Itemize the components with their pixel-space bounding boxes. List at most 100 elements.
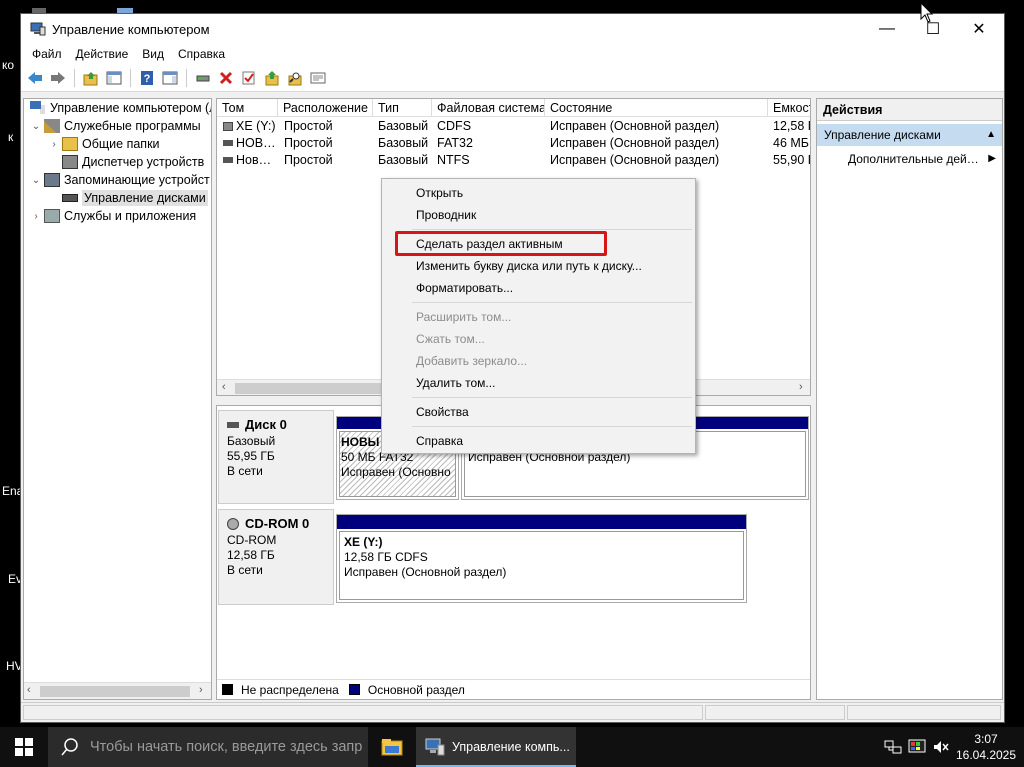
network-icon[interactable] [884,739,902,755]
menu-view[interactable]: Вид [135,47,171,61]
properties-icon [310,72,326,83]
tree-horizontal-scrollbar[interactable]: ‹ › [24,682,211,699]
column-header-capacity[interactable]: Емкост [768,99,810,117]
chevron-down-icon[interactable]: ⌄ [30,175,42,186]
check-button[interactable] [239,68,259,88]
status-panel [23,705,703,720]
highlight-box [395,231,607,256]
tree-item-storage[interactable]: ⌄ Запоминающие устройст [30,171,210,189]
tree-item-services-apps[interactable]: › Службы и приложения [30,207,196,225]
taskbar-file-explorer[interactable] [370,727,414,767]
taskbar-clock[interactable]: 3:07 16.04.2025 [952,731,1020,763]
column-header-status[interactable]: Состояние [545,99,768,117]
chevron-right-icon[interactable]: › [48,139,60,150]
title-bar[interactable]: Управление компьютером — ☐ ✕ [21,14,1004,44]
legend: Не распределена Основной раздел [217,679,810,699]
menu-item-properties[interactable]: Свойства [416,402,469,422]
menu-item-change-drive-letter[interactable]: Изменить букву диска или путь к диску... [416,256,642,276]
chevron-down-icon[interactable]: ⌄ [30,121,42,132]
menu-item-explorer[interactable]: Проводник [416,205,476,225]
close-button[interactable]: ✕ [956,14,1002,44]
collapse-up-icon[interactable]: ▲ [986,124,996,146]
scroll-left-icon[interactable]: ‹ [222,381,226,393]
menu-item-help[interactable]: Справка [416,431,463,451]
submenu-arrow-icon: ▶ [988,153,996,164]
tree-root[interactable]: Управление компьютером (л [28,99,211,117]
computer-management-icon [425,738,445,756]
menu-item-format[interactable]: Форматировать... [416,278,513,298]
more-actions[interactable]: Дополнительные дей… ▶ [817,148,1002,170]
show-hide-action-pane-button[interactable] [160,68,180,88]
menu-item-delete-volume[interactable]: Удалить том... [416,373,495,393]
tree-item-shared-folders[interactable]: › Общие папки [48,135,160,153]
context-menu: Открыть Проводник Сделать раздел активны… [381,178,696,454]
column-header-filesystem[interactable]: Файловая система [432,99,545,117]
status-bar [21,702,1004,722]
legend-swatch-primary [348,684,360,695]
actions-section-disk-management[interactable]: Управление дисками ▲ [817,124,1002,146]
type-cell: Базовый [378,119,429,133]
column-header-volume[interactable]: Том [217,99,278,117]
volume-cell: XE (Y:) [218,118,278,135]
tree-item-disk-management[interactable]: Управление дисками [48,189,208,207]
tree-item-label: Управление дисками [82,190,208,206]
minimize-button[interactable]: — [864,14,910,44]
menu-item-shrink-volume: Сжать том... [416,332,485,346]
menu-item-add-mirror: Добавить зеркало... [416,354,528,368]
show-hide-console-tree-icon [106,71,122,84]
layout-cell: Простой [284,153,333,167]
scrollbar-thumb[interactable] [235,383,395,394]
scroll-left-icon[interactable]: ‹ [27,684,31,696]
status-panel [705,705,845,720]
scrollbar-thumb[interactable] [40,686,190,697]
actions-pane: Действия Управление дисками ▲ Дополнител… [816,98,1003,700]
forward-button[interactable] [48,68,68,88]
shared-folder-icon [62,137,78,151]
partition-cdfs[interactable]: XE (Y:) 12,58 ГБ CDFS Исправен (Основной… [336,514,747,603]
back-button[interactable] [25,68,45,88]
up-level-button[interactable] [81,68,101,88]
menu-item-open[interactable]: Открыть [416,183,463,203]
taskbar-app-label: Управление компь... [452,740,570,754]
file-explorer-icon [381,739,403,756]
toolbar: ? [21,64,1004,92]
layout-cell: Простой [284,119,333,133]
connect-button[interactable] [193,68,213,88]
menu-file[interactable]: Файл [25,47,69,61]
volume-muted-icon[interactable] [932,739,950,755]
properties-button[interactable] [308,68,328,88]
menu-item-extend-volume: Расширить том... [416,310,512,324]
partition-detail: 12,58 ГБ CDFS [344,550,428,564]
menu-bar: Файл Действие Вид Справка [21,44,1004,64]
start-button[interactable] [0,727,48,767]
primary-partition-bar [337,515,746,529]
show-hide-action-pane-icon [162,71,178,84]
color-display-icon[interactable] [908,739,926,755]
show-hide-tree-button[interactable] [104,68,124,88]
cdrom-0-label[interactable]: CD-ROM 0 CD-ROM 12,58 ГБ В сети [218,509,334,605]
minimize-icon: — [879,20,895,37]
chevron-right-icon[interactable]: › [30,211,42,222]
type-cell: Базовый [378,136,429,150]
column-header-layout[interactable]: Расположение [278,99,373,117]
search-folder-button[interactable] [285,68,305,88]
taskbar: Чтобы начать поиск, введите здесь запр У… [0,727,1024,767]
delete-button[interactable] [216,68,236,88]
disk-0-label[interactable]: Диск 0 Базовый 55,95 ГБ В сети [218,410,334,504]
help-button[interactable]: ? [137,68,157,88]
scroll-right-icon[interactable]: › [199,684,203,696]
capacity-cell: 55,90 Г [773,153,811,167]
menu-help[interactable]: Справка [171,47,232,61]
taskbar-computer-management[interactable]: Управление компь... [416,727,576,767]
folder-up-button[interactable] [262,68,282,88]
taskbar-search-box[interactable]: Чтобы начать поиск, введите здесь запр [48,727,368,767]
menu-separator [412,229,692,230]
menu-action[interactable]: Действие [69,47,136,61]
tree-item-utilities[interactable]: ⌄ Служебные программы [30,117,201,135]
tree-item-device-manager[interactable]: Диспетчер устройств [48,153,204,171]
scroll-right-icon[interactable]: › [799,381,803,393]
partition-state: Исправен (Основно [341,465,451,479]
volume-cell: НОВ… [218,135,278,152]
column-header-type[interactable]: Тип [373,99,432,117]
disk-size: 55,95 ГБ [227,449,275,463]
